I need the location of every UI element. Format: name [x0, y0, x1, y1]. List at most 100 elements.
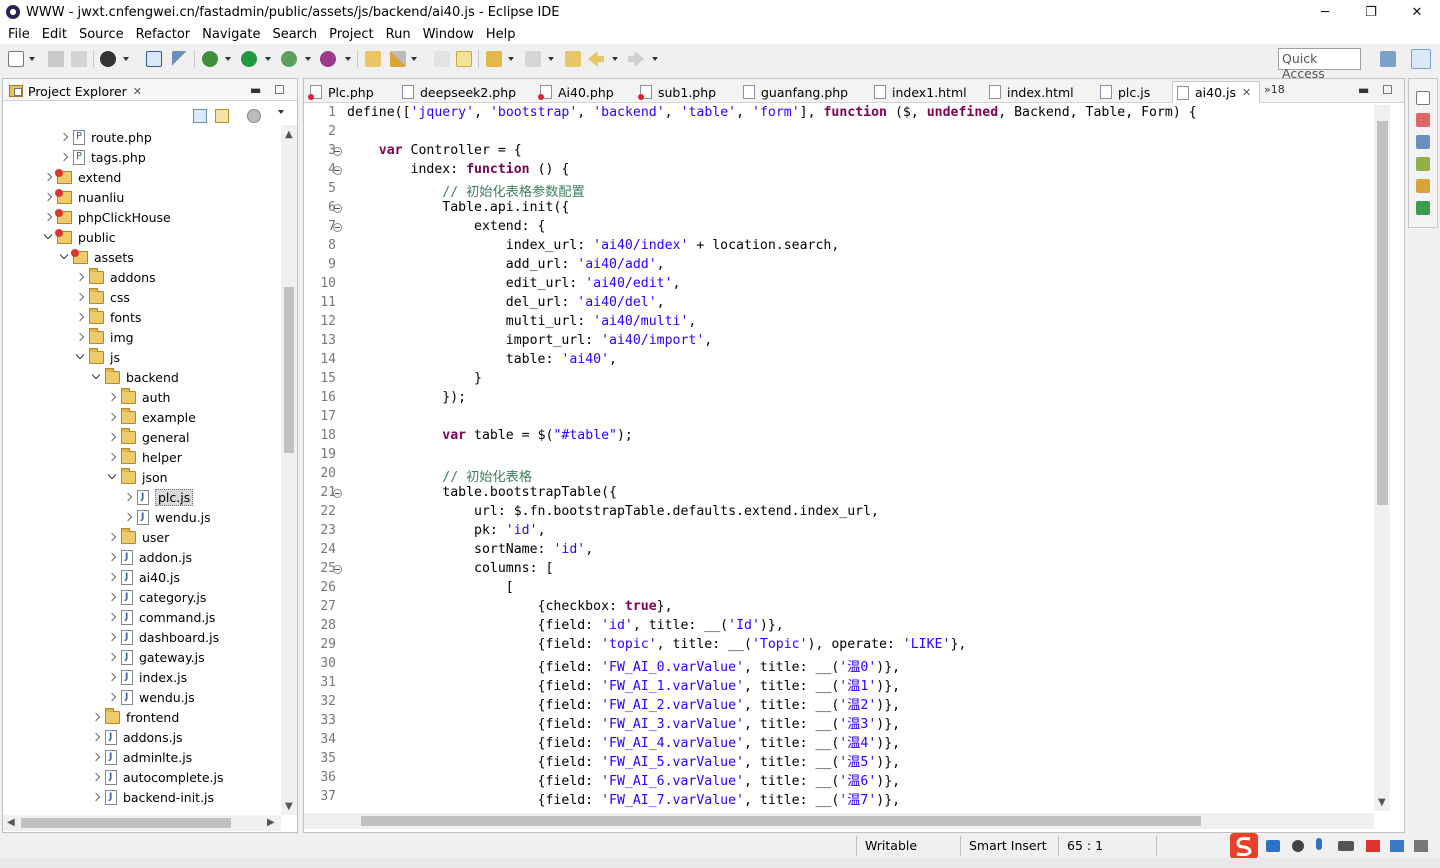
- debug-config-dropdown-icon[interactable]: [123, 57, 129, 61]
- collapse-arrow-icon[interactable]: [107, 407, 117, 427]
- tree-item[interactable]: backend: [91, 367, 179, 387]
- collapse-arrow-icon[interactable]: [107, 627, 117, 647]
- tree-item[interactable]: user: [107, 527, 169, 547]
- tree-item[interactable]: route.php: [59, 127, 152, 147]
- tree-item[interactable]: command.js: [107, 607, 215, 627]
- code-text-area[interactable]: 1 define(['jquery', 'bootstrap', 'backend…: [304, 105, 1374, 811]
- ime-punctuation-icon[interactable]: [1292, 840, 1304, 852]
- collapse-arrow-icon[interactable]: [107, 607, 117, 627]
- editor-tab-deepseek2-php[interactable]: deepseek2.php: [398, 81, 516, 103]
- code-line[interactable]: 24 sortName: 'id',: [304, 542, 1374, 561]
- ime-keyboard-icon[interactable]: [1338, 841, 1354, 851]
- explorer-horizontal-scrollbar[interactable]: ◀ ▶: [3, 815, 281, 831]
- next-annotation-icon[interactable]: [486, 51, 502, 67]
- code-line[interactable]: 27 {checkbox: true},: [304, 599, 1374, 618]
- previous-annotation-dropdown-icon[interactable]: [548, 57, 554, 61]
- collapse-arrow-icon[interactable]: [107, 667, 117, 687]
- menu-navigate[interactable]: Navigate: [196, 27, 266, 42]
- editor-horizontal-scrollbar[interactable]: [304, 813, 1374, 829]
- code-line[interactable]: 14 table: 'ai40',: [304, 352, 1374, 371]
- collapse-all-icon[interactable]: [193, 109, 207, 123]
- code-line[interactable]: 25 columns: [: [304, 561, 1374, 580]
- console-icon[interactable]: [1416, 201, 1430, 215]
- highlight-icon[interactable]: [456, 51, 472, 67]
- toggle-mark-occurrences-icon[interactable]: [434, 51, 450, 67]
- scroll-left-icon[interactable]: ◀: [7, 817, 15, 828]
- code-line[interactable]: 23 pk: 'id',: [304, 523, 1374, 542]
- editor-minimize-icon[interactable]: ▬: [1358, 83, 1369, 97]
- collapse-arrow-icon[interactable]: [59, 147, 69, 167]
- project-explorer-tab[interactable]: Project Explorer ✕: [5, 81, 146, 101]
- collapse-arrow-icon[interactable]: [107, 587, 117, 607]
- ime-toolbox-icon[interactable]: [1390, 840, 1404, 852]
- run-icon[interactable]: [241, 51, 257, 67]
- tree-item[interactable]: wendu.js: [107, 687, 195, 707]
- scroll-right-icon[interactable]: ▶: [267, 817, 275, 828]
- tree-item[interactable]: frontend: [91, 707, 179, 727]
- ime-chinese-mode-icon[interactable]: [1266, 840, 1280, 852]
- previous-annotation-icon[interactable]: [525, 51, 541, 67]
- fold-toggle-icon[interactable]: [333, 223, 342, 232]
- back-icon[interactable]: [588, 51, 604, 67]
- code-line[interactable]: 1 define(['jquery', 'bootstrap', 'backend…: [304, 105, 1374, 124]
- quick-access-input[interactable]: Quick Access: [1278, 48, 1361, 81]
- tree-item[interactable]: helper: [107, 447, 182, 467]
- editor-tab-close-icon[interactable]: ✕: [1242, 86, 1251, 99]
- tree-item[interactable]: addons.js: [91, 727, 183, 747]
- save-all-icon[interactable]: [71, 51, 87, 67]
- tree-item[interactable]: example: [107, 407, 196, 427]
- tree-item[interactable]: public: [43, 227, 116, 247]
- fold-toggle-icon[interactable]: [333, 489, 342, 498]
- code-line[interactable]: 20 // 初始化表格: [304, 466, 1374, 485]
- project-explorer-close-icon[interactable]: ✕: [133, 85, 142, 98]
- editor-tab-index-html[interactable]: index.html: [985, 81, 1074, 103]
- collapse-arrow-icon[interactable]: [91, 707, 101, 727]
- tree-item[interactable]: js: [75, 347, 120, 367]
- tree-item[interactable]: general: [107, 427, 190, 447]
- code-line[interactable]: 37 {field: 'FW_AI_7.varValue', title: __…: [304, 789, 1374, 808]
- code-line[interactable]: 35 {field: 'FW_AI_5.varValue', title: __…: [304, 751, 1374, 770]
- code-line[interactable]: 21 table.bootstrapTable({: [304, 485, 1374, 504]
- menu-refactor[interactable]: Refactor: [130, 27, 197, 42]
- collapse-arrow-icon[interactable]: [107, 567, 117, 587]
- status-insert-mode[interactable]: Smart Insert: [969, 838, 1047, 853]
- code-line[interactable]: 8 index_url: 'ai40/index' + location.sea…: [304, 238, 1374, 257]
- explorer-minimize-icon[interactable]: ▬: [250, 83, 261, 97]
- fold-toggle-icon[interactable]: [333, 166, 342, 175]
- new-dropdown-icon[interactable]: [29, 57, 35, 61]
- expand-arrow-icon[interactable]: [91, 367, 101, 387]
- status-cursor-position[interactable]: 65 : 1: [1067, 838, 1103, 853]
- collapse-arrow-icon[interactable]: [43, 167, 53, 187]
- collapse-arrow-icon[interactable]: [75, 267, 85, 287]
- maximize-button[interactable]: ❐: [1348, 0, 1394, 24]
- next-annotation-dropdown-icon[interactable]: [508, 57, 514, 61]
- collapse-arrow-icon[interactable]: [107, 527, 117, 547]
- bookmarks-icon[interactable]: [1416, 179, 1430, 193]
- collapse-arrow-icon[interactable]: [123, 507, 133, 527]
- php-perspective-icon[interactable]: [1411, 49, 1431, 69]
- debug-dropdown-icon[interactable]: [225, 57, 231, 61]
- expand-arrow-icon[interactable]: [43, 227, 53, 247]
- explorer-vertical-scrollbar[interactable]: ▲ ▼: [281, 125, 297, 815]
- restore-icon[interactable]: [1416, 91, 1430, 105]
- collapse-arrow-icon[interactable]: [91, 747, 101, 767]
- link-with-editor-icon[interactable]: [215, 109, 229, 123]
- collapse-arrow-icon[interactable]: [75, 327, 85, 347]
- new-icon[interactable]: [8, 51, 24, 67]
- tree-item[interactable]: addon.js: [107, 547, 192, 567]
- view-menu-icon[interactable]: [247, 109, 261, 123]
- scroll-up-icon[interactable]: ▲: [285, 129, 293, 140]
- collapse-arrow-icon[interactable]: [91, 787, 101, 807]
- tree-item[interactable]: fonts: [75, 307, 141, 327]
- editor-maximize-icon[interactable]: ☐: [1382, 83, 1393, 97]
- editor-horizontal-scroll-thumb[interactable]: [361, 816, 1201, 826]
- code-line[interactable]: 10 edit_url: 'ai40/edit',: [304, 276, 1374, 295]
- ime-menu-icon[interactable]: [1414, 840, 1428, 852]
- code-line[interactable]: 17: [304, 409, 1374, 428]
- collapse-arrow-icon[interactable]: [107, 447, 117, 467]
- explorer-vertical-scroll-thumb[interactable]: [284, 287, 294, 453]
- code-line[interactable]: 36 {field: 'FW_AI_6.varValue', title: __…: [304, 770, 1374, 789]
- collapse-arrow-icon[interactable]: [59, 127, 69, 147]
- collapse-arrow-icon[interactable]: [91, 767, 101, 787]
- tree-item[interactable]: json: [107, 467, 168, 487]
